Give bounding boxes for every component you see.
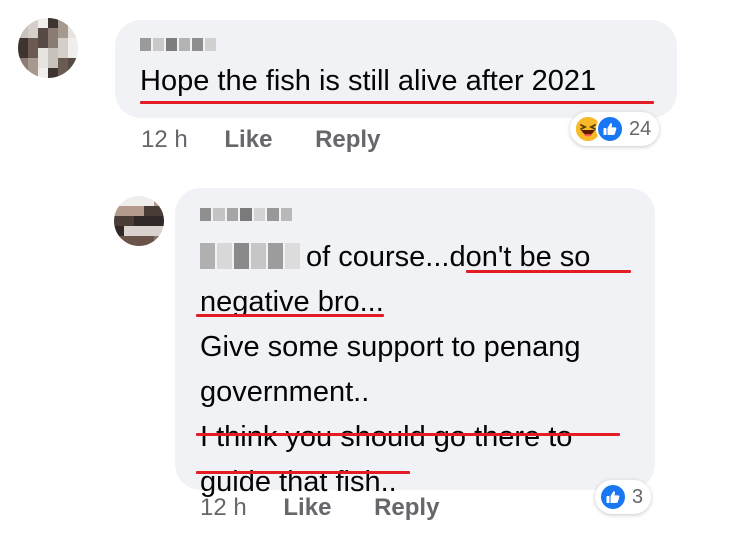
commenter-name-blurred[interactable] bbox=[140, 38, 216, 51]
reaction-summary[interactable]: 3 bbox=[595, 480, 652, 514]
like-icon bbox=[596, 115, 624, 143]
reply-button[interactable]: Reply bbox=[374, 494, 439, 521]
reaction-summary[interactable]: 24 bbox=[570, 112, 660, 146]
red-underline bbox=[140, 101, 654, 104]
reply-time[interactable]: 12 h bbox=[200, 494, 247, 521]
comment-text: Hope the fish is still alive after 2021 bbox=[140, 65, 597, 97]
comment-time[interactable]: 12 h bbox=[141, 126, 188, 153]
reply-text: of course...don't be so negative bro... … bbox=[200, 235, 590, 505]
reply-text-line: Give some support to penang bbox=[200, 331, 581, 363]
red-underline bbox=[196, 471, 410, 474]
commenter-avatar[interactable] bbox=[18, 18, 78, 78]
red-underline bbox=[466, 270, 631, 273]
reply-text-line: government.. bbox=[200, 376, 370, 408]
reply-text-line: negative bro... bbox=[200, 286, 384, 318]
reply-text-line: I think you should go there to bbox=[200, 421, 573, 453]
replier-name-blurred[interactable] bbox=[200, 208, 292, 221]
like-icon bbox=[599, 483, 627, 511]
reply-button[interactable]: Reply bbox=[315, 126, 380, 153]
reaction-count: 24 bbox=[629, 117, 652, 140]
red-underline bbox=[196, 433, 620, 436]
replier-avatar[interactable] bbox=[114, 196, 164, 246]
like-button[interactable]: Like bbox=[283, 494, 331, 521]
comment-actions: 12 h Like Reply bbox=[141, 126, 416, 154]
mention-blurred[interactable] bbox=[200, 243, 300, 269]
reply-actions: 12 h Like Reply bbox=[200, 494, 475, 522]
reaction-count: 3 bbox=[632, 485, 644, 508]
like-button[interactable]: Like bbox=[224, 126, 272, 153]
reply-text-line: of course...don't be so bbox=[306, 241, 591, 273]
red-underline bbox=[196, 314, 384, 317]
